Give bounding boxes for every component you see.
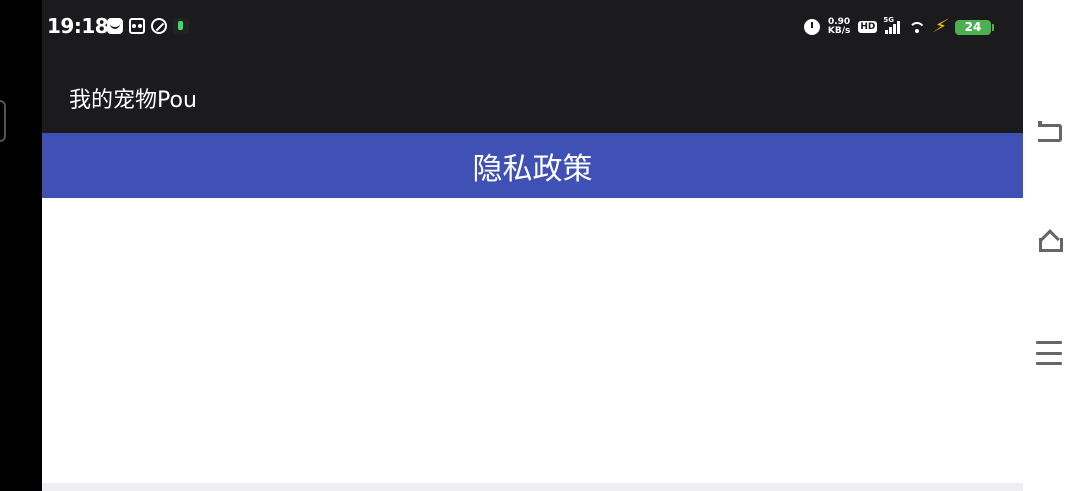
navigation-bar [1023, 0, 1080, 491]
app-title-bar: 我的宠物Pou [42, 54, 1023, 133]
status-bar: 19:18 0.90 KB/s HD 5G ⚡ 24 [42, 0, 1023, 54]
policy-content-area[interactable] [42, 198, 1023, 483]
menu-icon[interactable] [1036, 341, 1066, 365]
notification-icons [107, 17, 189, 35]
network-type-label: 5G [883, 16, 894, 24]
privacy-policy-title: 隐私政策 [472, 151, 593, 187]
hd-voice-icon: HD [858, 21, 878, 33]
network-speed: 0.90 KB/s [828, 18, 850, 36]
green-app-icon [173, 18, 189, 34]
left-screen-edge [0, 0, 42, 491]
battery-indicator: 24 [955, 19, 994, 35]
home-icon[interactable] [1036, 226, 1066, 256]
app-title: 我的宠物Pou [69, 88, 197, 113]
charging-icon: ⚡ [930, 16, 952, 37]
camera-app-icon [129, 18, 145, 34]
alarm-icon [803, 19, 820, 35]
leaf-app-icon [151, 18, 167, 34]
cellular-signal-icon: 5G [883, 16, 901, 34]
app-window: 19:18 0.90 KB/s HD 5G ⚡ 24 我的宠物Pou 隐私政策 [42, 0, 1023, 491]
side-gesture-handle[interactable] [0, 100, 6, 142]
privacy-policy-header: 隐私政策 [42, 133, 1023, 198]
status-time: 19:18 [47, 14, 109, 38]
wifi-icon [908, 20, 926, 34]
status-indicators: 0.90 KB/s HD 5G ⚡ 24 [803, 16, 994, 38]
back-icon[interactable] [1036, 118, 1066, 148]
bottom-divider [42, 483, 1023, 491]
network-speed-unit: KB/s [827, 26, 851, 36]
message-icon [107, 18, 123, 34]
